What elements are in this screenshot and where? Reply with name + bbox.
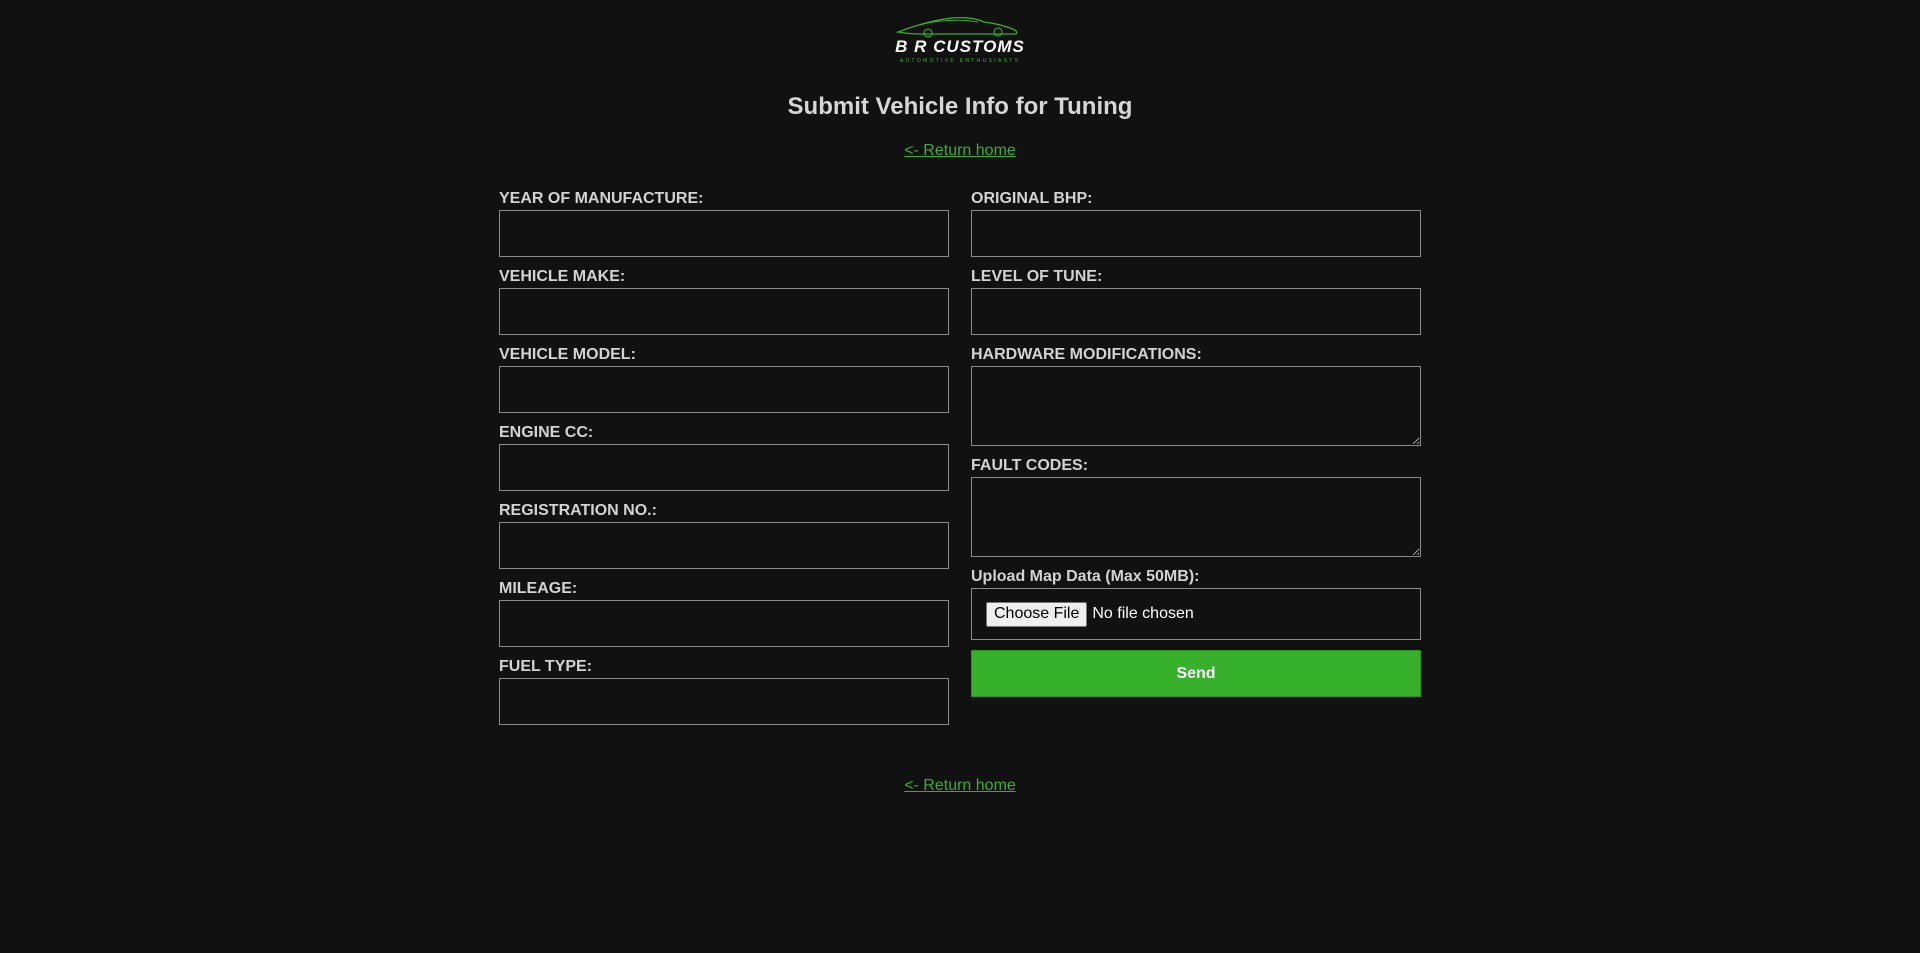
vehicle-model-input[interactable] bbox=[499, 366, 949, 413]
form-right-column: ORIGINAL BHP: LEVEL OF TUNE: HARDWARE MO… bbox=[971, 189, 1421, 735]
fuel-type-input[interactable] bbox=[499, 678, 949, 725]
year-of-manufacture-label: YEAR OF MANUFACTURE: bbox=[499, 190, 704, 207]
hardware-modifications-label: HARDWARE MODIFICATIONS: bbox=[971, 346, 1202, 363]
brand-tagline: AUTOMOTIVE ENTHUSIASTS bbox=[900, 58, 1020, 64]
field-fault-codes: FAULT CODES: bbox=[971, 456, 1421, 557]
vehicle-make-label: VEHICLE MAKE: bbox=[499, 268, 626, 285]
field-upload-map-data: Upload Map Data (Max 50MB): Choose File … bbox=[971, 567, 1421, 640]
page-footer: <- Return home bbox=[0, 777, 1920, 795]
file-upload-box[interactable]: Choose File No file chosen bbox=[971, 588, 1421, 640]
registration-no-input[interactable] bbox=[499, 522, 949, 569]
fuel-type-label: FUEL TYPE: bbox=[499, 658, 593, 675]
field-year-of-manufacture: YEAR OF MANUFACTURE: bbox=[499, 189, 949, 257]
engine-cc-label: ENGINE CC: bbox=[499, 424, 594, 441]
engine-cc-input[interactable] bbox=[499, 444, 949, 491]
form-left-column: YEAR OF MANUFACTURE: VEHICLE MAKE: VEHIC… bbox=[499, 189, 949, 735]
original-bhp-input[interactable] bbox=[971, 210, 1421, 257]
field-mileage: MILEAGE: bbox=[499, 579, 949, 647]
field-engine-cc: ENGINE CC: bbox=[499, 423, 949, 491]
field-hardware-modifications: HARDWARE MODIFICATIONS: bbox=[971, 345, 1421, 446]
field-vehicle-model: VEHICLE MODEL: bbox=[499, 345, 949, 413]
level-of-tune-label: LEVEL OF TUNE: bbox=[971, 268, 1103, 285]
field-vehicle-make: VEHICLE MAKE: bbox=[499, 267, 949, 335]
brand-name: B R CUSTOMS bbox=[895, 37, 1025, 56]
hardware-modifications-textarea[interactable] bbox=[971, 366, 1421, 446]
sports-car-outline-icon: B R CUSTOMS AUTOMOTIVE ENTHUSIASTS bbox=[895, 16, 1025, 64]
page-title: Submit Vehicle Info for Tuning bbox=[787, 93, 1133, 120]
fault-codes-label: FAULT CODES: bbox=[971, 457, 1089, 474]
field-fuel-type: FUEL TYPE: bbox=[499, 657, 949, 725]
registration-no-label: REGISTRATION NO.: bbox=[499, 502, 657, 519]
return-home-link-bottom[interactable]: <- Return home bbox=[0, 777, 1920, 795]
vehicle-make-input[interactable] bbox=[499, 288, 949, 335]
mileage-label: MILEAGE: bbox=[499, 580, 578, 597]
file-status-text: No file chosen bbox=[1092, 605, 1194, 622]
level-of-tune-input[interactable] bbox=[971, 288, 1421, 335]
return-home-link-top[interactable]: <- Return home bbox=[0, 142, 1920, 160]
field-original-bhp: ORIGINAL BHP: bbox=[971, 189, 1421, 257]
upload-map-data-label: Upload Map Data (Max 50MB): bbox=[971, 568, 1200, 585]
fault-codes-textarea[interactable] bbox=[971, 477, 1421, 557]
page-header: B R CUSTOMS AUTOMOTIVE ENTHUSIASTS Submi… bbox=[0, 0, 1920, 160]
brand-logo[interactable]: B R CUSTOMS AUTOMOTIVE ENTHUSIASTS bbox=[880, 12, 1040, 66]
year-of-manufacture-input[interactable] bbox=[499, 210, 949, 257]
send-button[interactable]: Send bbox=[971, 650, 1421, 697]
vehicle-model-label: VEHICLE MODEL: bbox=[499, 346, 636, 363]
mileage-input[interactable] bbox=[499, 600, 949, 647]
original-bhp-label: ORIGINAL BHP: bbox=[971, 190, 1093, 207]
vehicle-info-form: YEAR OF MANUFACTURE: VEHICLE MAKE: VEHIC… bbox=[499, 189, 1421, 735]
field-level-of-tune: LEVEL OF TUNE: bbox=[971, 267, 1421, 335]
field-registration-no: REGISTRATION NO.: bbox=[499, 501, 949, 569]
choose-file-button[interactable]: Choose File bbox=[986, 601, 1088, 627]
